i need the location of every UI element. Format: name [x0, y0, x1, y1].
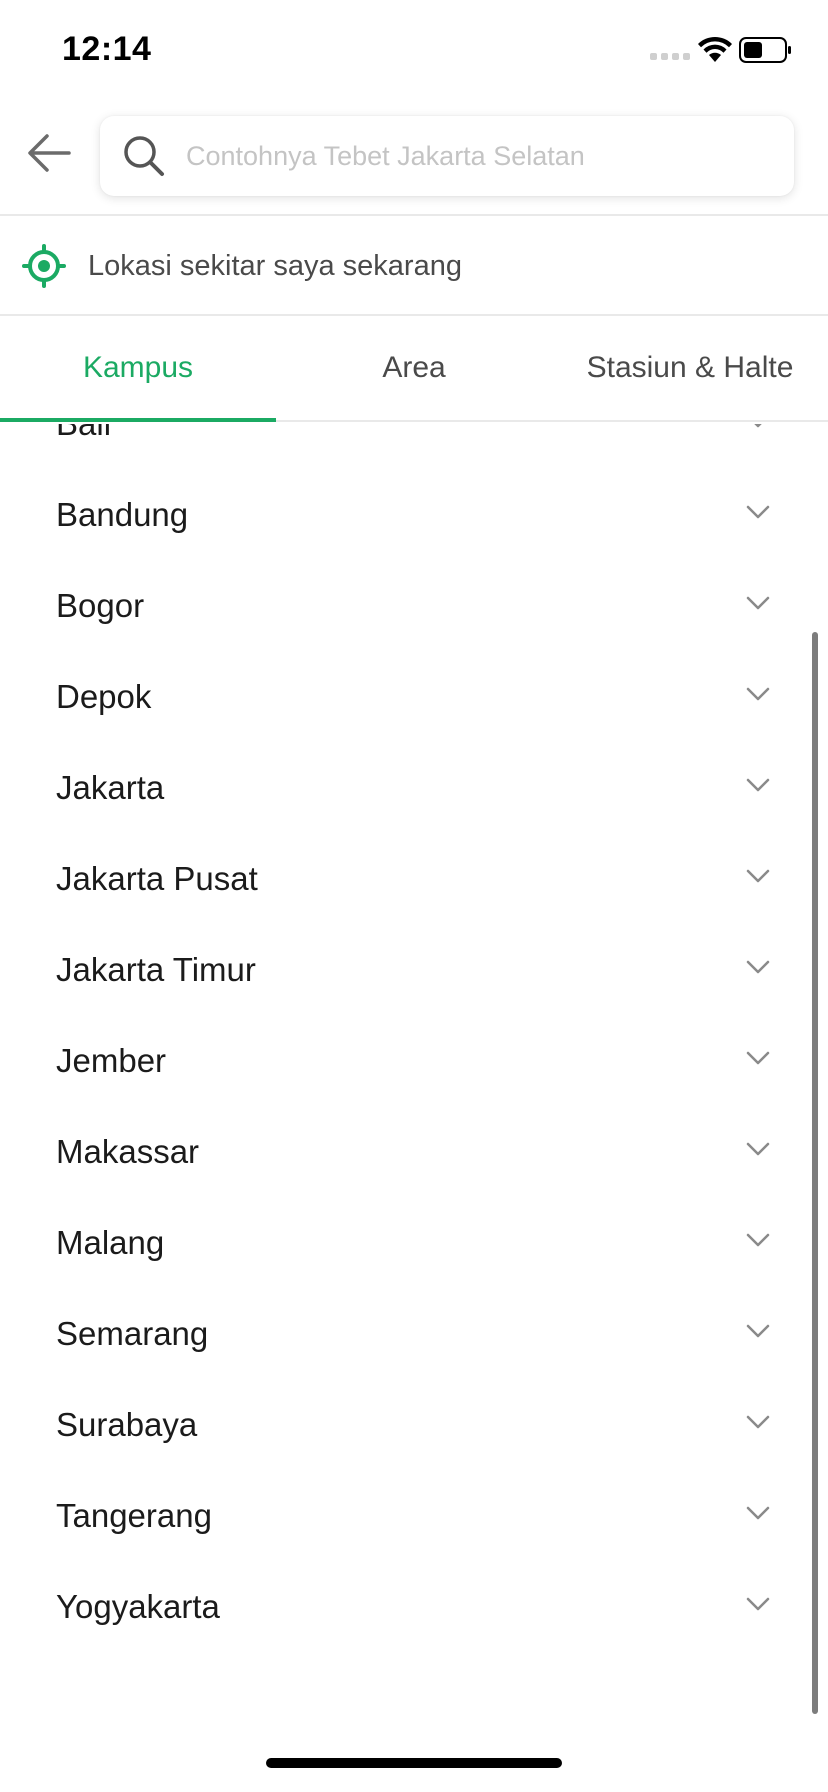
city-label: Semarang [56, 1314, 209, 1352]
city-item[interactable]: Malang [0, 1197, 828, 1288]
city-item[interactable]: Jakarta [0, 742, 828, 833]
chevron-down-icon[interactable] [744, 1595, 772, 1613]
city-label: Tangerang [56, 1496, 212, 1534]
city-label: Malang [56, 1223, 165, 1261]
chevron-down-icon[interactable] [744, 1049, 772, 1067]
tab-bar: Kampus Area Stasiun & Halte [0, 316, 828, 422]
wifi-icon [698, 36, 732, 62]
city-item[interactable]: Surabaya [0, 1379, 828, 1470]
tab-kampus[interactable]: Kampus [0, 316, 276, 422]
chevron-down-icon[interactable] [744, 503, 772, 521]
city-label: Yogyakarta [56, 1587, 220, 1625]
target-icon [22, 244, 66, 288]
tab-stasiun-halte[interactable]: Stasiun & Halte [552, 316, 828, 420]
city-label: Bandung [56, 495, 189, 533]
chevron-down-icon[interactable] [744, 685, 772, 703]
screen: 12:14 Contohnya Tebet Jakarta Selatan Lo… [0, 0, 828, 1792]
arrow-left-icon [28, 134, 71, 172]
city-label: Depok [56, 677, 152, 715]
search-header [0, 100, 828, 216]
chevron-down-icon[interactable] [744, 1231, 772, 1249]
chevron-down-icon[interactable] [744, 424, 772, 430]
city-label: Jember [56, 1041, 167, 1079]
city-label: Bali [56, 424, 111, 443]
chevron-down-icon[interactable] [744, 1504, 772, 1522]
home-indicator[interactable] [266, 1758, 562, 1768]
back-button[interactable] [22, 126, 76, 180]
status-bar: 12:14 [0, 0, 828, 100]
city-label: Surabaya [56, 1405, 198, 1443]
city-item[interactable]: Jakarta Timur [0, 924, 828, 1015]
city-label: Jakarta Timur [56, 950, 256, 988]
city-item[interactable]: Bali [0, 424, 828, 469]
cellular-signal-icon [650, 53, 690, 60]
city-label: Bogor [56, 586, 145, 624]
search-input[interactable] [184, 139, 744, 173]
tab-area[interactable]: Area [276, 316, 552, 420]
chevron-down-icon[interactable] [744, 867, 772, 885]
chevron-down-icon[interactable] [744, 1413, 772, 1431]
current-location-button[interactable]: Lokasi sekitar saya sekarang [0, 218, 828, 316]
chevron-down-icon[interactable] [744, 958, 772, 976]
city-list[interactable]: Bali Bandung Bogor Depok Jakarta Jakarta Pusa… [0, 424, 828, 1714]
chevron-down-icon[interactable] [744, 1322, 772, 1340]
chevron-down-icon[interactable] [744, 1140, 772, 1158]
city-item[interactable]: Bogor [0, 560, 828, 651]
city-label: Jakarta Pusat [56, 859, 258, 897]
city-item[interactable]: Depok [0, 651, 828, 742]
search-icon [122, 134, 166, 178]
city-item[interactable]: Makassar [0, 1106, 828, 1197]
chevron-down-icon[interactable] [744, 776, 772, 794]
search-box[interactable] [100, 116, 794, 196]
city-label: Makassar [56, 1132, 200, 1170]
battery-icon [739, 37, 791, 63]
city-item[interactable]: Jakarta Pusat [0, 833, 828, 924]
city-item[interactable]: Jember [0, 1015, 828, 1106]
scrollbar[interactable] [812, 632, 818, 1714]
city-item[interactable]: Bandung [0, 469, 828, 560]
current-location-label: Lokasi sekitar saya sekarang [88, 249, 462, 282]
city-label: Jakarta [56, 768, 165, 806]
status-time: 12:14 [62, 30, 152, 68]
city-item[interactable]: Yogyakarta [0, 1561, 828, 1652]
city-item[interactable]: Tangerang [0, 1470, 828, 1561]
chevron-down-icon[interactable] [744, 594, 772, 612]
city-list-content: Bali Bandung Bogor Depok Jakarta Jakarta Pusa… [0, 424, 828, 1652]
city-item[interactable]: Semarang [0, 1288, 828, 1379]
